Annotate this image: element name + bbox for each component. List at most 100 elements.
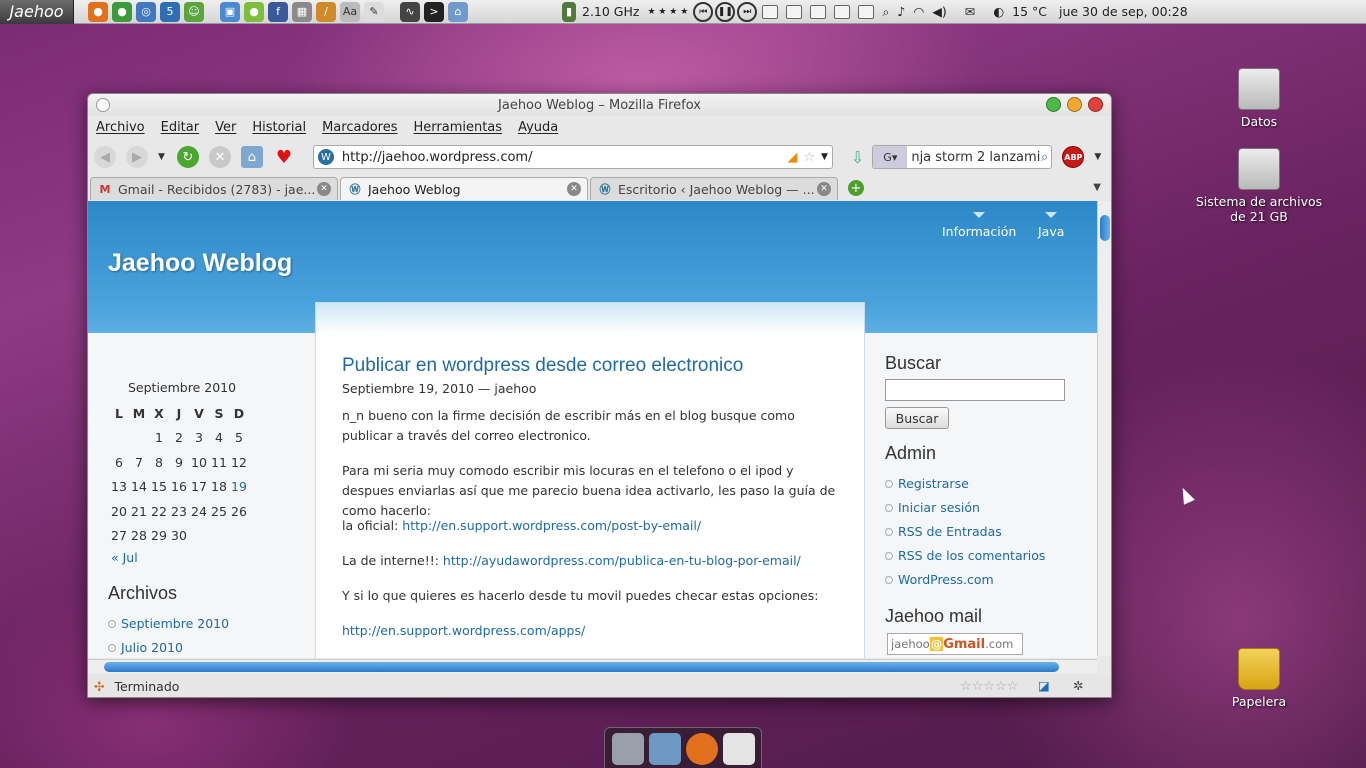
wifi-icon[interactable]: ◠ xyxy=(913,4,924,19)
google-engine-icon[interactable]: G▾ xyxy=(873,146,908,168)
nav-java[interactable]: Java xyxy=(1038,212,1064,239)
blog-search-input[interactable] xyxy=(885,379,1065,401)
close-tab-icon[interactable]: ✕ xyxy=(817,182,831,196)
admin-link-rss-comentarios[interactable]: RSS de los comentarios xyxy=(884,548,1045,563)
search-bar[interactable]: G▾ nja storm 2 lanzami ⌕ xyxy=(872,145,1053,169)
adblock-plus-icon[interactable]: ABP xyxy=(1062,146,1085,168)
weather-icon[interactable]: ◐ xyxy=(993,4,1004,19)
clock[interactable]: jue 30 de sep, 00:28 xyxy=(1059,4,1188,19)
menu-marcadores[interactable]: Marcadores xyxy=(322,120,397,135)
box-launcher-icon[interactable]: ▣ xyxy=(220,1,240,22)
search-icon[interactable]: ⌕ xyxy=(882,4,889,20)
admin-link-iniciar-sesion[interactable]: Iniciar sesión xyxy=(885,500,980,515)
volume-icon[interactable]: ◀) xyxy=(932,4,947,19)
home-button[interactable]: ⌂ xyxy=(240,146,263,168)
admin-link-registrarse[interactable]: Registrarse xyxy=(885,476,969,491)
tab-jaehoo-weblog[interactable]: Ⓦ Jaehoo Weblog ✕ xyxy=(340,177,588,200)
menu-editar[interactable]: Editar xyxy=(161,120,200,135)
five-launcher-icon[interactable]: 5 xyxy=(160,1,180,22)
window-titlebar[interactable]: Jaehoo Weblog – Mozilla Firefox xyxy=(88,94,1111,116)
horizontal-scrollbar[interactable] xyxy=(88,659,1097,673)
terminal-icon[interactable]: > xyxy=(424,1,444,22)
adblock-dropdown-icon[interactable]: ▼ xyxy=(1094,152,1101,162)
window-menu-button[interactable] xyxy=(96,98,110,112)
desktop-icon-datos[interactable]: Datos xyxy=(1194,68,1324,129)
menu-ver[interactable]: Ver xyxy=(215,120,236,135)
tab-list-dropdown-icon[interactable]: ▼ xyxy=(1093,182,1101,193)
extension-icon[interactable]: ◪ xyxy=(1038,678,1050,693)
home-folder-icon[interactable]: ⌂ xyxy=(448,1,468,22)
post-title[interactable]: Publicar en wordpress desde correo elect… xyxy=(342,355,743,377)
window-button-2-icon[interactable] xyxy=(786,4,803,19)
green-app-launcher-icon[interactable]: ● xyxy=(244,1,264,22)
forward-button[interactable]: ▶ xyxy=(126,146,148,168)
url-bar[interactable]: W http://jaehoo.wordpress.com/ ◢ ☆ ▼ xyxy=(312,145,833,169)
stop-button[interactable]: ✕ xyxy=(208,146,231,168)
firefox-icon[interactable] xyxy=(685,733,718,765)
menu-ayuda[interactable]: Ayuda xyxy=(518,120,558,135)
text-editor-icon[interactable]: ✎ xyxy=(364,1,384,22)
window-button-1-icon[interactable] xyxy=(762,4,779,19)
font-viewer-icon[interactable]: Aa xyxy=(340,1,360,22)
close-button[interactable] xyxy=(1088,97,1103,112)
search-field-text[interactable]: nja storm 2 lanzami xyxy=(911,150,1041,165)
vertical-scroll-thumb[interactable] xyxy=(1100,215,1110,241)
blog-search-button[interactable]: Buscar xyxy=(885,407,949,429)
post-link[interactable]: http://en.support.wordpress.com/apps/ xyxy=(342,623,585,638)
window-button-5-icon[interactable] xyxy=(858,4,875,19)
tab-gmail[interactable]: M Gmail - Recibidos (2783) - jae... ✕ xyxy=(90,177,338,200)
window-button-4-icon[interactable] xyxy=(834,4,851,19)
post-link[interactable]: http://en.support.wordpress.com/post-by-… xyxy=(402,518,701,533)
pause-icon[interactable]: ❚❚ xyxy=(715,1,736,22)
pencil-icon[interactable]: / xyxy=(316,1,336,22)
menu-historial[interactable]: Historial xyxy=(252,120,306,135)
archive-link[interactable]: Julio 2010 xyxy=(108,640,183,655)
messenger-launcher-icon[interactable]: ☺ xyxy=(184,1,204,22)
calendar-day-link[interactable]: 19 xyxy=(229,475,249,500)
nav-informacion[interactable]: Información xyxy=(942,212,1016,239)
bookmark-star-icon[interactable]: ☆ xyxy=(803,150,815,165)
firefox-launcher-icon[interactable]: ● xyxy=(88,1,108,22)
bug-icon[interactable]: ✲ xyxy=(1073,678,1083,693)
site-title[interactable]: Jaehoo Weblog xyxy=(108,249,292,278)
web-browser-launcher-icon[interactable]: ◎ xyxy=(136,1,156,22)
favorite-heart-icon[interactable]: ♥ xyxy=(273,146,295,168)
calendar-prev-link[interactable]: « Jul xyxy=(111,550,138,565)
facebook-launcher-icon[interactable]: f xyxy=(268,1,288,22)
mail-icon[interactable]: ✉ xyxy=(965,4,975,19)
system-monitor-icon[interactable]: ∿ xyxy=(400,1,420,22)
vertical-scrollbar[interactable] xyxy=(1097,201,1111,656)
close-tab-icon[interactable]: ✕ xyxy=(317,182,331,196)
archive-link[interactable]: Septiembre 2010 xyxy=(107,616,229,631)
tab-escritorio[interactable]: Ⓦ Escritorio ‹ Jaehoo Weblog — ... ✕ xyxy=(590,177,838,200)
window-button-3-icon[interactable] xyxy=(810,4,827,19)
admin-link-rss-entradas[interactable]: RSS de Entradas xyxy=(885,524,1002,539)
menu-herramientas[interactable]: Herramientas xyxy=(414,120,503,135)
gmail-badge[interactable]: jaehoo @ Gmail .com xyxy=(887,633,1023,655)
post-link[interactable]: http://ayudawordpress.com/publica-en-tu-… xyxy=(443,553,801,568)
url-text[interactable]: http://jaehoo.wordpress.com/ xyxy=(342,150,787,165)
search-icon[interactable]: ⌕ xyxy=(1041,150,1048,165)
calculator-icon[interactable]: ▦ xyxy=(292,1,312,22)
minimize-button[interactable] xyxy=(1046,97,1061,112)
previous-track-icon[interactable]: ⏮ xyxy=(693,1,714,22)
history-dropdown-icon[interactable]: ▼ xyxy=(158,152,165,162)
font-viewer-icon[interactable] xyxy=(722,733,755,765)
reload-button[interactable]: ↻ xyxy=(176,146,199,168)
menu-archivo[interactable]: Archivo xyxy=(96,120,145,135)
close-tab-icon[interactable]: ✕ xyxy=(567,182,581,196)
music-icon[interactable]: ♪ xyxy=(897,4,905,19)
desktop-icon-filesystem[interactable]: Sistema de archivos de 21 GB xyxy=(1194,148,1324,224)
new-tab-button[interactable]: + xyxy=(848,180,864,196)
weather-temperature[interactable]: 15 °C xyxy=(1012,4,1047,19)
folder-icon[interactable] xyxy=(648,733,681,765)
download-icon[interactable]: ⇩ xyxy=(851,148,864,167)
desktop-icon-trash[interactable]: Papelera xyxy=(1194,648,1324,709)
rss-feed-icon[interactable]: ◢ xyxy=(787,150,797,165)
maximize-button[interactable] xyxy=(1067,97,1082,112)
chrome-launcher-icon[interactable]: ● xyxy=(112,1,132,22)
horizontal-scroll-thumb[interactable] xyxy=(104,662,1059,672)
search-tool-icon[interactable] xyxy=(611,733,644,765)
rating-stars-icon[interactable]: ☆☆☆☆☆ xyxy=(960,679,1018,694)
applications-menu-button[interactable]: Jaehoo xyxy=(0,0,74,24)
